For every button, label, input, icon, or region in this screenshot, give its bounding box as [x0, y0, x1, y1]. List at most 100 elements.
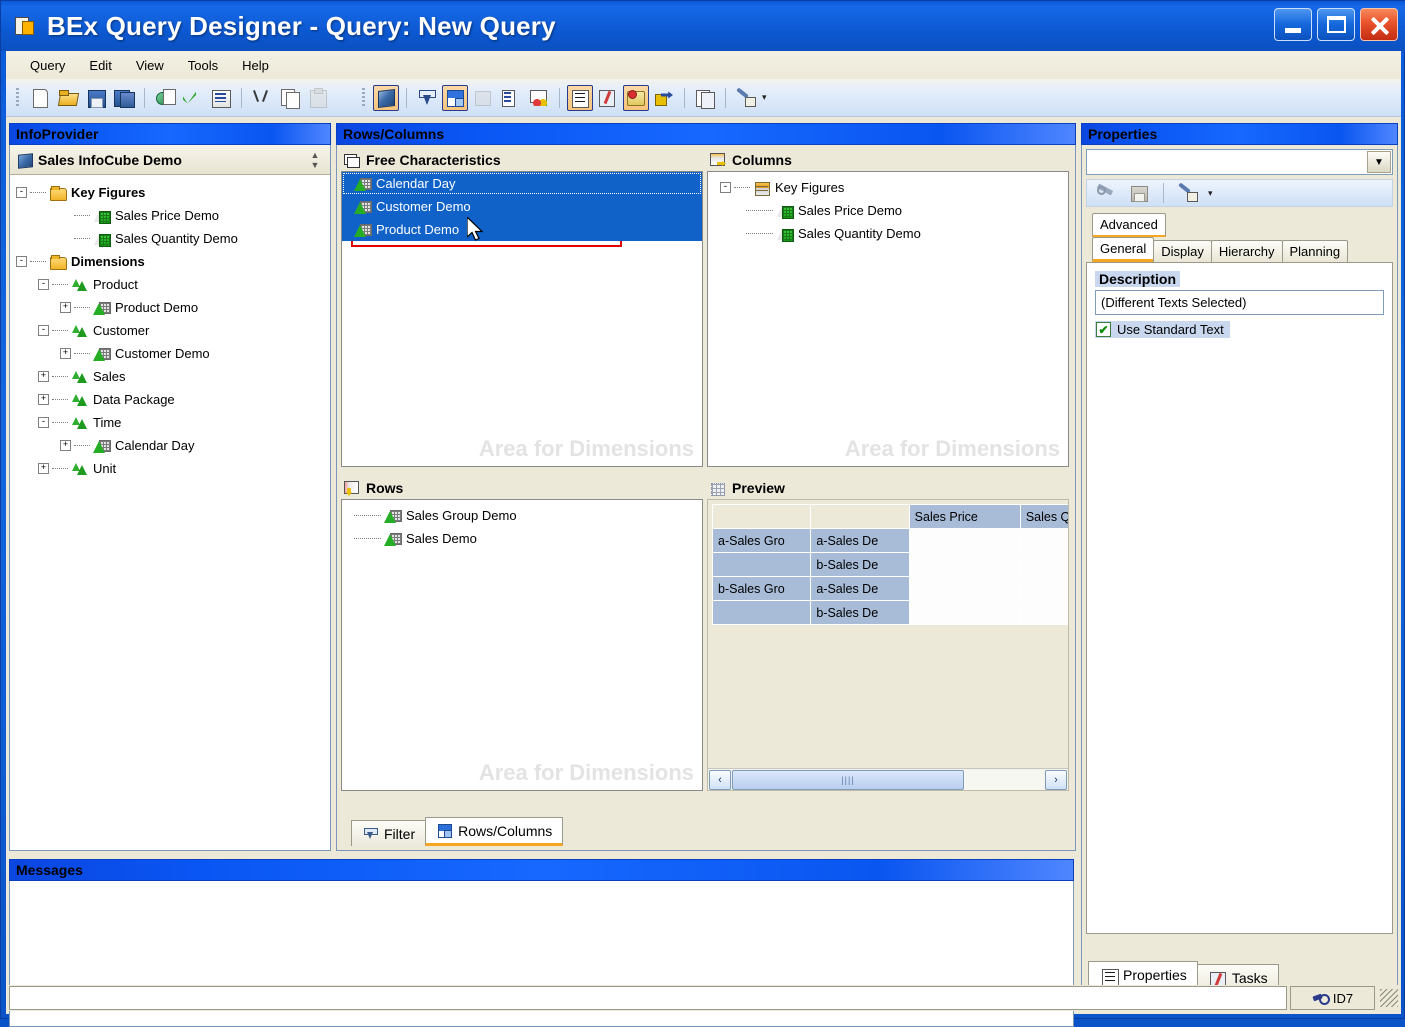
tree-node[interactable]: +Product Demo	[16, 296, 330, 319]
publish-web-icon[interactable]	[152, 85, 178, 111]
tree-node[interactable]: +Data Package	[16, 388, 330, 411]
free-characteristic-item[interactable]: Product Demo	[342, 218, 702, 241]
chevron-down-icon[interactable]: ▼	[1367, 151, 1391, 173]
tab-filter[interactable]: Filter	[351, 820, 426, 846]
toolbar-grip-2[interactable]	[360, 86, 368, 110]
spinner-down-icon[interactable]: ▼	[311, 161, 320, 169]
tree-connector	[52, 422, 68, 423]
expand-toggle-icon[interactable]: +	[38, 371, 49, 382]
conditions-icon[interactable]	[526, 85, 552, 111]
preview-area[interactable]: Sales PriceSales Quana-Sales Groa-Sales …	[707, 499, 1069, 791]
free-characteristic-item[interactable]: Customer Demo	[342, 195, 702, 218]
open-query-icon[interactable]	[55, 85, 81, 111]
filter-icon[interactable]	[414, 85, 440, 111]
infocube-header[interactable]: Sales InfoCube Demo ▲ ▼	[10, 145, 330, 175]
menu-edit[interactable]: Edit	[79, 54, 121, 77]
row-item[interactable]: Sales Demo	[342, 527, 702, 550]
tree-node[interactable]: +Customer Demo	[16, 342, 330, 365]
tab-general[interactable]: General	[1092, 237, 1154, 262]
tab-hierarchy[interactable]: Hierarchy	[1211, 240, 1283, 262]
properties-settings-caret-icon[interactable]: ▾	[1208, 188, 1213, 199]
close-button[interactable]	[1360, 8, 1398, 41]
resize-grip[interactable]	[1380, 989, 1398, 1007]
use-standard-text-row[interactable]: ✔ Use Standard Text	[1095, 321, 1230, 338]
collapse-toggle-icon[interactable]: -	[16, 187, 27, 198]
menu-tools[interactable]: Tools	[178, 54, 228, 77]
infoprovider-icon[interactable]	[373, 85, 399, 111]
tree-node[interactable]: -Dimensions	[16, 250, 330, 273]
menu-help[interactable]: Help	[232, 54, 279, 77]
check-query-icon[interactable]	[180, 85, 206, 111]
tree-node[interactable]: -Time	[16, 411, 330, 434]
properties-object-combo[interactable]: ▼	[1086, 149, 1393, 175]
rows-list[interactable]: Area for Dimensions Sales Group DemoSale…	[341, 499, 703, 791]
preview-detail-cell: b-Sales De	[811, 553, 909, 577]
properties-settings-icon[interactable]	[1175, 180, 1201, 206]
expand-toggle-icon[interactable]: +	[60, 440, 71, 451]
query-properties-icon[interactable]	[208, 85, 234, 111]
properties-icon[interactable]	[567, 85, 593, 111]
description-field[interactable]: (Different Texts Selected)	[1095, 290, 1384, 315]
expand-toggle-icon[interactable]: +	[38, 394, 49, 405]
free-characteristics-list[interactable]: Area for Dimensions Calendar DayCustomer…	[341, 171, 703, 467]
scroll-right-button[interactable]: ›	[1045, 770, 1067, 790]
spinner-up-icon[interactable]: ▲	[311, 151, 320, 159]
expand-toggle-icon[interactable]: +	[60, 302, 71, 313]
where-used-icon[interactable]	[651, 85, 677, 111]
tree-node[interactable]: -Key Figures	[16, 181, 330, 204]
collapse-toggle-icon[interactable]: -	[38, 417, 49, 428]
scroll-thumb[interactable]: ||||	[732, 770, 964, 790]
new-query-icon[interactable]	[27, 85, 53, 111]
settings-icon[interactable]	[733, 85, 759, 111]
status-system-id[interactable]: ID7	[1290, 986, 1375, 1010]
menu-query[interactable]: Query	[20, 54, 75, 77]
expand-toggle-icon[interactable]: +	[38, 463, 49, 474]
tree-node[interactable]: -Product	[16, 273, 330, 296]
tab-display[interactable]: Display	[1153, 240, 1212, 262]
row-item[interactable]: Sales Group Demo	[342, 504, 702, 527]
tab-planning[interactable]: Planning	[1282, 240, 1349, 262]
toolbar-grip-1[interactable]	[14, 86, 22, 110]
preview-hscrollbar[interactable]: ‹ |||| ›	[708, 768, 1068, 790]
tab-advanced[interactable]: Advanced	[1092, 213, 1166, 237]
expand-toggle-icon[interactable]: +	[60, 348, 71, 359]
copy-icon[interactable]	[277, 85, 303, 111]
tab-rows-columns[interactable]: Rows/Columns	[425, 817, 563, 846]
pen-eraser-icon[interactable]	[1094, 180, 1120, 206]
tree-node[interactable]: -Customer	[16, 319, 330, 342]
tree-node[interactable]: +Calendar Day	[16, 434, 330, 457]
tree-node[interactable]: Sales Price Demo	[16, 204, 330, 227]
cut-icon[interactable]	[249, 85, 275, 111]
use-standard-text-checkbox[interactable]: ✔	[1096, 322, 1111, 337]
messages-icon[interactable]	[623, 85, 649, 111]
tree-node[interactable]: +Sales	[16, 365, 330, 388]
tree-node[interactable]: Sales Quantity Demo	[16, 227, 330, 250]
paste-icon	[305, 85, 331, 111]
column-item[interactable]: Sales Price Demo	[708, 199, 1068, 222]
maximize-button[interactable]	[1317, 8, 1355, 41]
preview-column-header[interactable]: Sales Quan	[1020, 505, 1069, 529]
menu-view[interactable]: View	[126, 54, 174, 77]
infoprovider-spinner[interactable]: ▲ ▼	[308, 151, 322, 169]
documents-icon[interactable]	[692, 85, 718, 111]
rows-columns-icon[interactable]	[442, 85, 468, 111]
collapse-toggle-icon[interactable]: -	[38, 279, 49, 290]
settings-caret-icon[interactable]: ▾	[762, 92, 767, 103]
column-item[interactable]: Sales Quantity Demo	[708, 222, 1068, 245]
collapse-toggle-icon[interactable]: -	[720, 182, 731, 193]
preview-column-header[interactable]: Sales Price	[909, 505, 1020, 529]
columns-list[interactable]: Area for Dimensions -Key FiguresSales Pr…	[707, 171, 1069, 467]
minimize-button[interactable]	[1274, 8, 1312, 41]
save-properties-icon[interactable]	[1126, 180, 1152, 206]
scroll-track[interactable]: ||||	[732, 770, 1044, 790]
tree-node[interactable]: +Unit	[16, 457, 330, 480]
column-item[interactable]: -Key Figures	[708, 176, 1068, 199]
tasks-icon[interactable]	[595, 85, 621, 111]
collapse-toggle-icon[interactable]: -	[38, 325, 49, 336]
scroll-left-button[interactable]: ‹	[709, 770, 731, 790]
free-characteristic-item[interactable]: Calendar Day	[342, 172, 702, 195]
collapse-toggle-icon[interactable]: -	[16, 256, 27, 267]
exceptions-icon[interactable]	[498, 85, 524, 111]
save-query-icon[interactable]	[83, 85, 109, 111]
save-as-icon[interactable]	[111, 85, 137, 111]
